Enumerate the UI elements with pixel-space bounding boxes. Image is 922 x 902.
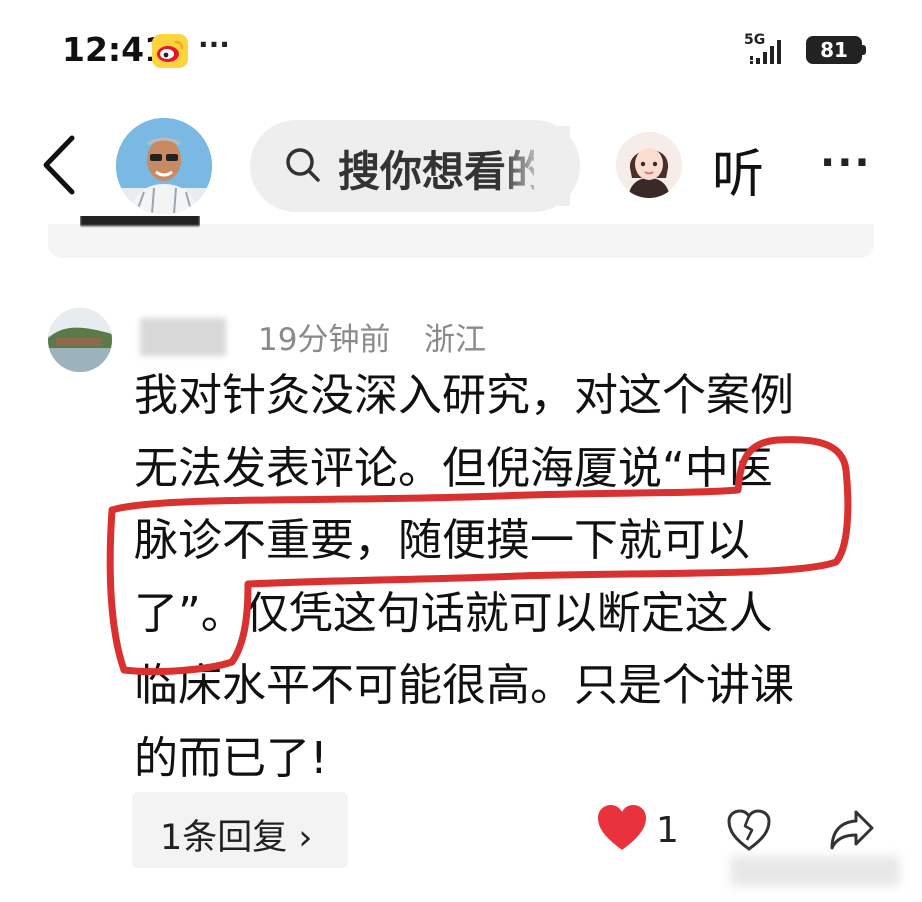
- comment-line: 临床水平不可能很高。只是个讲课: [134, 660, 794, 711]
- share-icon[interactable]: [828, 808, 876, 852]
- comment-line: 脉诊不重要，随便摸一下就可以: [134, 515, 750, 566]
- previous-card-text-cutoff: [80, 216, 200, 228]
- status-notification-dots: ···: [198, 28, 230, 61]
- comment-line: 了”。仅凭这句话就可以断定这人: [134, 587, 773, 639]
- search-text-fade: [500, 126, 570, 206]
- back-icon[interactable]: [34, 130, 84, 200]
- like-count: 1: [656, 810, 679, 851]
- replies-button-label[interactable]: 1条回复 ›: [160, 809, 312, 860]
- more-options-button[interactable]: ···: [820, 140, 872, 186]
- comment-location: 浙江: [424, 322, 486, 358]
- comment-line: 无法发表评论。但倪海厦说“中医: [134, 442, 773, 494]
- search-icon: [286, 148, 320, 182]
- listen-button-label[interactable]: 听: [712, 132, 764, 207]
- comment-time: 19分钟前: [258, 322, 391, 358]
- previous-card-bottom: [48, 224, 874, 258]
- broken-heart-icon[interactable]: [726, 808, 772, 852]
- battery-tip: [862, 45, 866, 55]
- author-avatar[interactable]: [116, 118, 212, 214]
- signal-icon: [750, 40, 781, 64]
- comment-line: 我对针灸没深入研究，对这个案例: [134, 370, 794, 421]
- weibo-icon: [152, 34, 188, 68]
- comment-line: 的而已了!: [134, 732, 328, 784]
- listen-avatar-icon[interactable]: [616, 132, 682, 198]
- commenter-avatar[interactable]: [48, 308, 112, 372]
- heart-icon[interactable]: [596, 804, 648, 852]
- username-blurred[interactable]: [140, 318, 226, 356]
- comment-body: 我对针灸没深入研究，对这个案例 无法发表评论。但倪海厦说“中医 脉诊不重要，随便…: [134, 360, 869, 795]
- blurred-watermark: [730, 856, 900, 886]
- battery-level: 81: [806, 36, 862, 64]
